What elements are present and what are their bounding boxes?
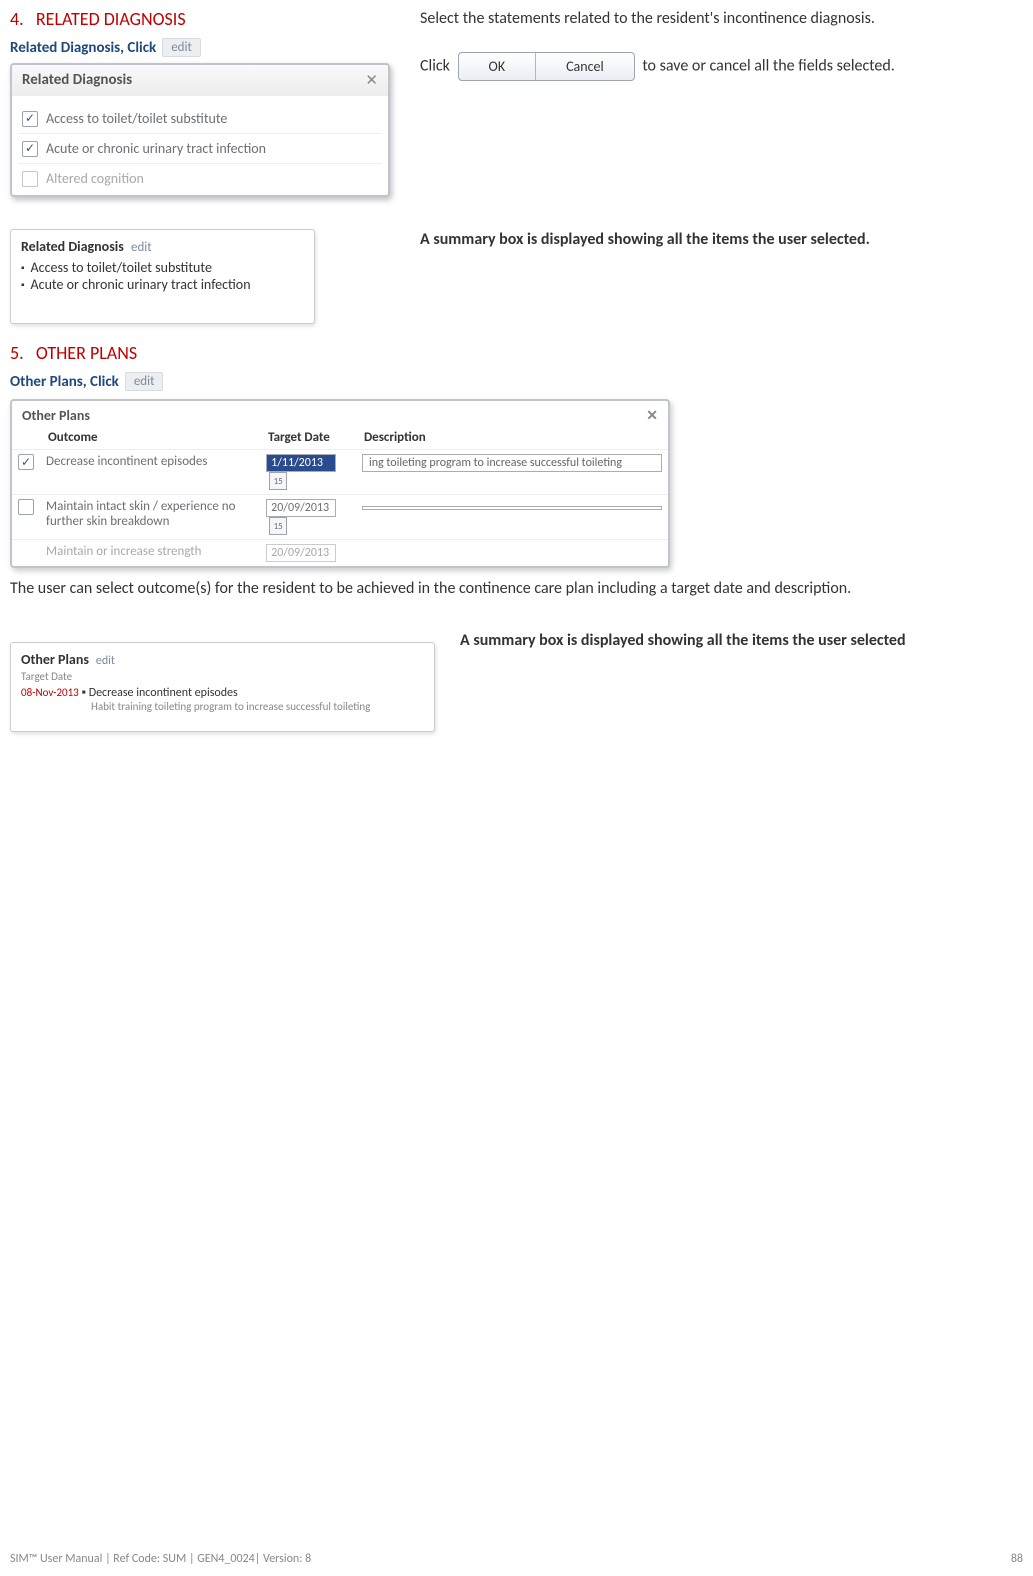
section4-subhead: Related Diagnosis, Click edit — [10, 38, 201, 57]
checkbox-icon[interactable] — [22, 141, 38, 157]
footer-page-number: 88 — [1011, 1552, 1023, 1566]
col-outcome: Outcome — [40, 426, 260, 450]
close-icon[interactable]: ✕ — [365, 71, 378, 90]
section4-subhead-text: Related Diagnosis, Click — [10, 39, 156, 57]
section4-summary-note: A summary box is displayed showing all t… — [420, 229, 1023, 251]
description-input[interactable]: ing toileting program to increase succes… — [362, 454, 662, 472]
option-label: Altered cognition — [46, 170, 144, 187]
table-row: Maintain intact skin / experience no fur… — [12, 495, 668, 540]
ok-button[interactable]: OK — [459, 53, 537, 80]
description-input[interactable] — [362, 506, 662, 510]
ok-cancel-buttonbar: OK Cancel — [458, 52, 635, 81]
checkbox-icon[interactable] — [18, 499, 34, 515]
related-diagnosis-summary: Related Diagnosis edit Access to toilet/… — [10, 229, 315, 324]
checkbox-icon[interactable] — [22, 171, 38, 187]
outcome-cell: Maintain intact skin / experience no fur… — [40, 495, 260, 540]
section4-num: 4. — [10, 8, 24, 30]
date-input[interactable]: 20/09/2013 — [266, 544, 336, 562]
calendar-icon[interactable]: 15 — [269, 472, 287, 490]
section5-subhead-text: Other Plans, Click — [10, 373, 119, 391]
option-label: Access to toilet/toilet substitute — [46, 110, 227, 127]
checkbox-icon[interactable] — [18, 454, 34, 470]
table-row: Maintain or increase strength 20/09/2013 — [12, 540, 668, 567]
table-row: Decrease incontinent episodes 1/11/2013 … — [12, 450, 668, 495]
summary-date: 08-Nov-2013 — [21, 686, 79, 699]
section4-ok-cancel-line: Click OK Cancel to save or cancel all th… — [420, 52, 1023, 81]
date-input[interactable]: 20/09/2013 — [266, 499, 336, 517]
page-footer: SIM™ User Manual | Ref Code: SUM | GEN4_… — [10, 1552, 1023, 1566]
edit-chip[interactable]: edit — [125, 372, 164, 391]
date-input[interactable]: 1/11/2013 — [266, 454, 336, 472]
diagnosis-option[interactable]: Altered cognition — [18, 164, 382, 193]
outcome-cell: Decrease incontinent episodes — [40, 450, 260, 495]
section5-subhead: Other Plans, Click edit — [10, 372, 163, 391]
summary-title: Other Plans — [21, 651, 89, 668]
cancel-button[interactable]: Cancel — [536, 53, 634, 80]
section5-title: OTHER PLANS — [36, 342, 137, 364]
summary-item: Access to toilet/toilet substitute — [21, 259, 304, 276]
section4-heading: 4. RELATED DIAGNOSIS — [10, 8, 410, 30]
section5-num: 5. — [10, 342, 24, 364]
outcome-cell: Maintain or increase strength — [40, 540, 260, 567]
footer-left: SIM™ User Manual | Ref Code: SUM | GEN4_… — [10, 1552, 311, 1566]
summary-sublabel: Target Date — [21, 670, 424, 683]
close-icon[interactable]: ✕ — [646, 407, 658, 424]
summary-edit-link[interactable]: edit — [96, 654, 115, 668]
checkbox-icon[interactable] — [22, 111, 38, 127]
section5-paragraph: The user can select outcome(s) for the r… — [10, 578, 890, 600]
click-word: Click — [420, 56, 450, 75]
summary-title: Related Diagnosis — [21, 238, 124, 255]
summary-item: Acute or chronic urinary tract infection — [21, 276, 304, 293]
edit-chip[interactable]: edit — [162, 38, 201, 57]
other-plans-dialog: Other Plans ✕ Outcome Target Date Descri… — [10, 399, 670, 568]
section5-summary-note: A summary box is displayed showing all t… — [460, 630, 1023, 652]
related-diagnosis-dialog: Related Diagnosis ✕ Access to toilet/toi… — [10, 63, 390, 197]
summary-bullet: Decrease incontinent episodes — [89, 686, 238, 700]
option-label: Acute or chronic urinary tract infection — [46, 140, 266, 157]
tail-text: to save or cancel all the fields selecte… — [642, 56, 894, 75]
dialog-title: Other Plans — [22, 407, 90, 424]
section4-instruction1: Select the statements related to the res… — [420, 8, 1023, 30]
diagnosis-option[interactable]: Acute or chronic urinary tract infection — [18, 134, 382, 164]
dialog-title: Related Diagnosis — [22, 71, 132, 90]
section5-heading: 5. OTHER PLANS — [10, 342, 1023, 364]
col-desc: Description — [356, 426, 668, 450]
section4-title: RELATED DIAGNOSIS — [36, 8, 186, 30]
col-target: Target Date — [260, 426, 356, 450]
summary-desc: Habit training toileting program to incr… — [91, 700, 424, 713]
diagnosis-option[interactable]: Access to toilet/toilet substitute — [18, 104, 382, 134]
summary-edit-link[interactable]: edit — [131, 240, 152, 255]
other-plans-summary: Other Plans edit Target Date 08-Nov-2013… — [10, 642, 435, 732]
calendar-icon[interactable]: 15 — [269, 517, 287, 535]
